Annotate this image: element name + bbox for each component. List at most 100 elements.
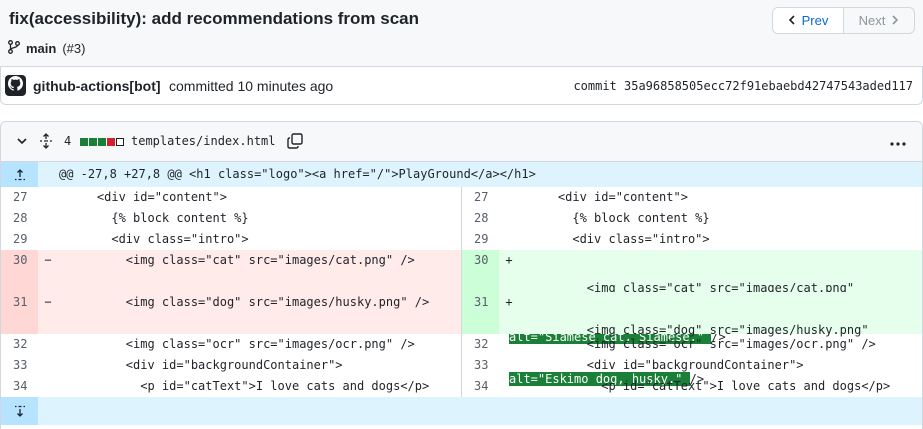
right-line: 28 {% block content %} — [461, 208, 922, 229]
line-number[interactable]: 27 — [462, 187, 499, 208]
left-line: 27 <div id="content"> — [1, 187, 461, 208]
code-line: <div id="backgroundContainer"> — [68, 358, 343, 372]
commit-sha[interactable]: commit 35a96858505ecc72f91ebaebd42747543… — [573, 79, 913, 93]
author-bar: github-actions[bot] committed 10 minutes… — [0, 67, 923, 105]
code-line: <img class="ocr" src="images/ocr.png" /> — [529, 337, 876, 351]
diffstat-block — [89, 138, 97, 146]
file-path[interactable]: templates/index.html — [131, 134, 276, 148]
code-line: <div id="content"> — [68, 190, 227, 204]
line-number[interactable]: 29 — [1, 229, 38, 250]
fold-down-icon[interactable] — [1, 397, 38, 425]
code-line: {% block content %} — [529, 211, 710, 225]
right-line: 27 <div id="content"> — [461, 187, 922, 208]
file-header: 4 templates/index.html — [1, 122, 922, 162]
diff-sign — [499, 334, 519, 355]
line-number[interactable]: 32 — [1, 334, 38, 355]
right-line: 29 <div class="intro"> — [461, 229, 922, 250]
code-line: <p id="catText">I love cats and dogs</p> — [529, 379, 891, 393]
code-line: <img class="cat" src="images/cat.png" al… — [509, 250, 922, 344]
diff-sign — [499, 187, 519, 208]
code-line: <img class="dog" src="images/husky.png" … — [58, 292, 461, 334]
fold-up-icon[interactable] — [1, 162, 38, 187]
diff-row: 28 {% block content %} 28 {% block conte… — [1, 208, 922, 229]
code-line: <p id="catText">I love cats and dogs</p> — [68, 379, 430, 393]
changes-count: 4 — [64, 134, 72, 148]
file-diff: 4 templates/index.html @@ -27,8 +27,8 @@… — [0, 121, 923, 429]
chevron-right-icon — [891, 13, 899, 28]
diff-row-changed: 30 − <img class="cat" src="images/cat.pn… — [1, 250, 922, 344]
avatar[interactable] — [5, 75, 26, 96]
line-number[interactable]: 32 — [462, 334, 499, 355]
right-line: 32 <img class="ocr" src="images/ocr.png"… — [461, 334, 922, 355]
diff-row: 29 <div class="intro"> 29 <div class="in… — [1, 229, 922, 250]
diff-sign — [38, 229, 58, 250]
author-name[interactable]: github-actions[bot] — [33, 78, 161, 94]
right-line-added: 31 + <img class="dog" src="images/husky.… — [461, 292, 922, 386]
line-number[interactable]: 31 — [462, 292, 499, 334]
diff-row: 33 <div id="backgroundContainer"> 33 <di… — [1, 355, 922, 376]
code-line: <img class="cat" src="images/cat.png" /> — [58, 250, 461, 292]
left-line: 32 <img class="ocr" src="images/ocr.png"… — [1, 334, 461, 355]
line-number[interactable]: 34 — [462, 376, 499, 397]
code-line: <div class="intro"> — [529, 232, 710, 246]
git-branch-icon — [8, 40, 20, 57]
diff-row: 32 <img class="ocr" src="images/ocr.png"… — [1, 334, 922, 355]
commit-title: fix(accessibility): add recommendations … — [9, 9, 420, 28]
line-number[interactable]: 33 — [1, 355, 38, 376]
diff-sign — [499, 229, 519, 250]
copy-icon[interactable] — [287, 133, 303, 154]
prev-label: Prev — [801, 13, 829, 28]
right-line: 33 <div id="backgroundContainer"> — [461, 355, 922, 376]
diff-sign — [38, 187, 58, 208]
code-line: <div id="backgroundContainer"> — [529, 358, 804, 372]
commit-time: committed 10 minutes ago — [169, 78, 334, 94]
line-number[interactable]: 29 — [462, 229, 499, 250]
code-line: <div id="content"> — [529, 190, 688, 204]
line-number[interactable]: 33 — [462, 355, 499, 376]
branch-name[interactable]: main — [26, 41, 56, 56]
left-line: 29 <div class="intro"> — [1, 229, 461, 250]
diff-sign — [38, 355, 58, 376]
next-button[interactable]: Next — [844, 8, 914, 33]
line-number[interactable]: 30 — [462, 250, 499, 292]
right-line: 34 <p id="catText">I love cats and dogs<… — [461, 376, 922, 397]
left-line-deleted: 30 − <img class="cat" src="images/cat.pn… — [1, 250, 461, 292]
line-number[interactable]: 28 — [462, 208, 499, 229]
prev-next-nav: Prev Next — [772, 7, 915, 34]
line-number[interactable]: 34 — [1, 376, 38, 397]
diff-row: 27 <div id="content"> 27 <div id="conten… — [1, 187, 922, 208]
diff-sign — [38, 376, 58, 397]
diff-sign: − — [38, 292, 58, 334]
chevron-left-icon — [788, 13, 796, 28]
code-line: <img class="ocr" src="images/ocr.png" /> — [68, 337, 415, 351]
left-line: 28 {% block content %} — [1, 208, 461, 229]
diff-sign — [38, 334, 58, 355]
code-line: <img class="dog" src="images/husky.png" … — [509, 292, 922, 386]
diff-sign — [499, 355, 519, 376]
kebab-horizontal-icon[interactable] — [889, 134, 907, 152]
unfold-icon[interactable] — [39, 133, 53, 154]
diffstat-block — [107, 138, 115, 146]
diff-row: 34 <p id="catText">I love cats and dogs<… — [1, 376, 922, 397]
line-number[interactable]: 27 — [1, 187, 38, 208]
left-line: 34 <p id="catText">I love cats and dogs<… — [1, 376, 461, 397]
next-label: Next — [858, 13, 886, 28]
commit-header: fix(accessibility): add recommendations … — [0, 0, 923, 67]
github-mark-icon — [8, 75, 23, 96]
left-line-deleted: 31 − <img class="dog" src="images/husky.… — [1, 292, 461, 334]
right-line-added: 30 + <img class="cat" src="images/cat.pn… — [461, 250, 922, 344]
line-number[interactable]: 28 — [1, 208, 38, 229]
prev-button[interactable]: Prev — [773, 8, 844, 33]
chevron-down-icon[interactable] — [15, 134, 29, 153]
diff-row-changed: 31 − <img class="dog" src="images/husky.… — [1, 292, 922, 386]
line-number[interactable]: 30 — [1, 250, 38, 292]
pr-link[interactable]: (#3) — [62, 41, 85, 56]
hunk-header-text: @@ -27,8 +27,8 @@ <h1 class="logo"><a hr… — [59, 167, 536, 181]
branch-info: main (#3) — [8, 40, 85, 57]
diff-sign: − — [38, 250, 58, 292]
diff-sign — [499, 208, 519, 229]
diff-sign: + — [499, 292, 519, 334]
code-line: <div class="intro"> — [68, 232, 249, 246]
line-number[interactable]: 31 — [1, 292, 38, 334]
diffstat-block — [80, 138, 88, 146]
